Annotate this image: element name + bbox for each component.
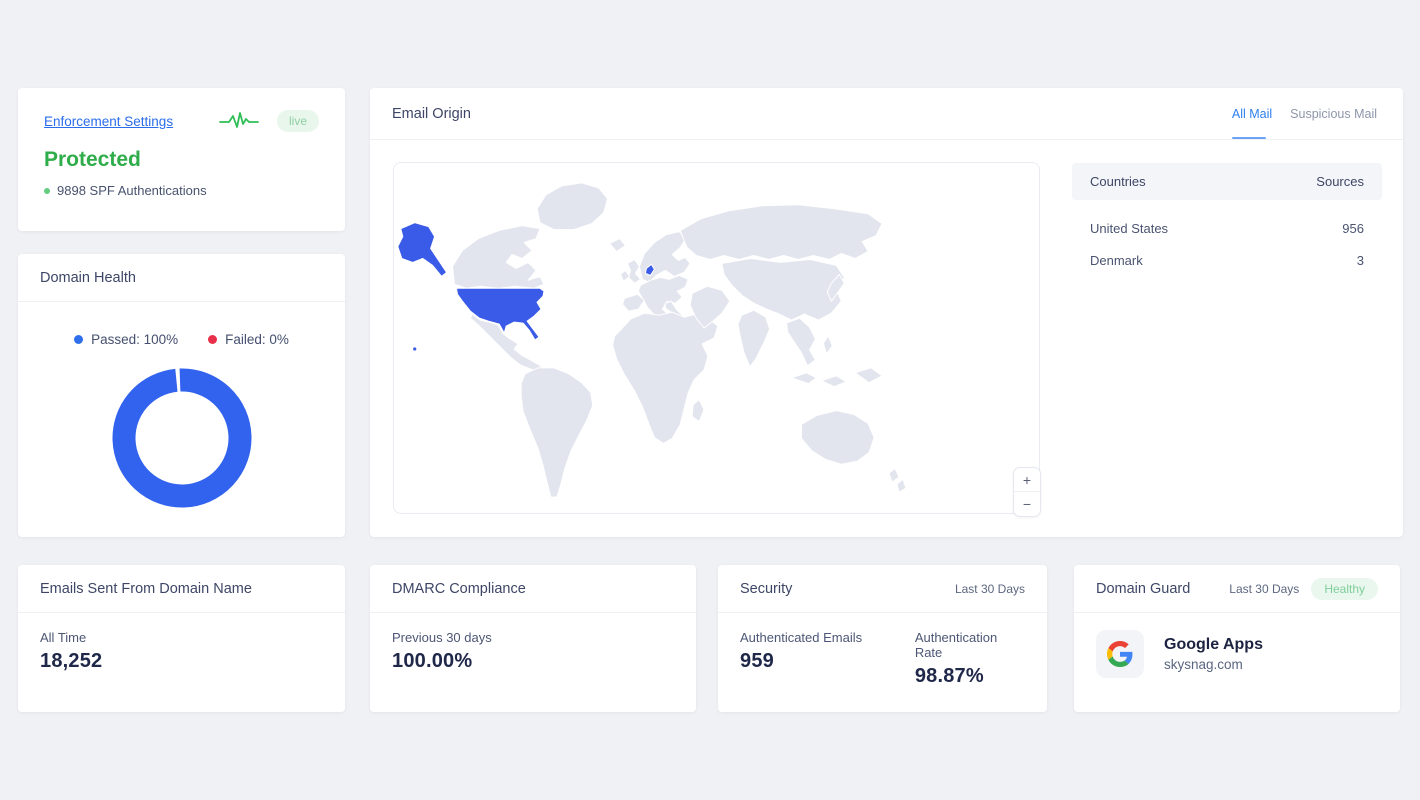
- provider-domain: skysnag.com: [1164, 657, 1263, 672]
- security-title: Security: [740, 581, 792, 597]
- authenticated-emails-label: Authenticated Emails: [740, 630, 915, 645]
- spf-authentications: 9898 SPF Authentications: [44, 183, 319, 198]
- google-g-icon: [1107, 641, 1133, 667]
- activity-pulse-icon: [219, 110, 259, 132]
- dmarc-compliance-card: DMARC Compliance Previous 30 days 100.00…: [370, 565, 696, 712]
- countries-table-header: Countries Sources: [1072, 163, 1382, 200]
- protection-status: Protected: [44, 148, 319, 172]
- countries-table: Countries Sources United States 956 Denm…: [1072, 163, 1382, 276]
- map-hawaii-dot: [413, 347, 416, 350]
- country-cell: United States: [1090, 221, 1168, 236]
- tab-all-mail[interactable]: All Mail: [1232, 88, 1272, 139]
- legend-item-passed: Passed: 100%: [74, 332, 178, 347]
- zoom-out-button[interactable]: −: [1014, 492, 1040, 516]
- zoom-in-button[interactable]: +: [1014, 468, 1040, 492]
- dashboard-page: Enforcement Settings live Protected 9898…: [0, 0, 1420, 800]
- authentication-rate-label: Authentication Rate: [915, 630, 1025, 660]
- world-map-svg: [394, 163, 1039, 513]
- emails-sent-period: All Time: [40, 630, 323, 645]
- dmarc-value: 100.00%: [392, 650, 674, 673]
- table-row: United States 956: [1072, 212, 1382, 244]
- table-row: Denmark 3: [1072, 244, 1382, 276]
- domain-health-card: Domain Health Passed: 100% Failed: 0%: [18, 254, 345, 537]
- emails-sent-title: Emails Sent From Domain Name: [40, 581, 252, 597]
- domain-guard-title: Domain Guard: [1096, 581, 1190, 597]
- emails-sent-value: 18,252: [40, 650, 323, 673]
- live-badge: live: [277, 110, 319, 132]
- countries-header-cell: Countries: [1090, 174, 1146, 189]
- legend-item-failed: Failed: 0%: [208, 332, 289, 347]
- tab-suspicious-mail[interactable]: Suspicious Mail: [1290, 88, 1377, 139]
- emails-sent-card: Emails Sent From Domain Name All Time 18…: [18, 565, 345, 712]
- passed-dot-icon: [74, 335, 83, 344]
- authentication-rate-value: 98.87%: [915, 665, 1025, 688]
- domain-health-donut-chart: [107, 363, 257, 513]
- map-country-alaska: [398, 223, 447, 277]
- security-period: Last 30 Days: [955, 582, 1025, 596]
- healthy-badge: Healthy: [1311, 578, 1378, 600]
- security-card: Security Last 30 Days Authenticated Emai…: [718, 565, 1047, 712]
- dmarc-title: DMARC Compliance: [392, 581, 526, 597]
- sources-cell: 956: [1342, 221, 1364, 236]
- sources-cell: 3: [1357, 253, 1364, 268]
- map-land: [453, 183, 906, 497]
- email-origin-card: Email Origin All Mail Suspicious Mail: [370, 88, 1403, 537]
- domain-health-title: Domain Health: [40, 270, 136, 286]
- provider-name: Google Apps: [1164, 636, 1263, 654]
- authenticated-emails-value: 959: [740, 650, 915, 673]
- dmarc-period: Previous 30 days: [392, 630, 674, 645]
- email-origin-title: Email Origin: [392, 106, 471, 122]
- provider-tile: [1096, 630, 1144, 678]
- spf-authentications-label: 9898 SPF Authentications: [57, 183, 207, 198]
- legend-failed-label: Failed: 0%: [225, 332, 289, 347]
- world-map[interactable]: + −: [393, 162, 1040, 514]
- domain-guard-card: Domain Guard Last 30 Days Healthy Google…: [1074, 565, 1400, 712]
- mail-tabs: All Mail Suspicious Mail: [1232, 88, 1377, 139]
- domain-guard-period: Last 30 Days: [1229, 582, 1299, 596]
- green-dot-icon: [44, 188, 50, 194]
- enforcement-settings-link[interactable]: Enforcement Settings: [44, 114, 173, 129]
- map-zoom-control: + −: [1013, 467, 1041, 517]
- sources-header-cell: Sources: [1316, 174, 1364, 189]
- donut-legend: Passed: 100% Failed: 0%: [18, 332, 345, 347]
- legend-passed-label: Passed: 100%: [91, 332, 178, 347]
- failed-dot-icon: [208, 335, 217, 344]
- enforcement-settings-card: Enforcement Settings live Protected 9898…: [18, 88, 345, 231]
- country-cell: Denmark: [1090, 253, 1143, 268]
